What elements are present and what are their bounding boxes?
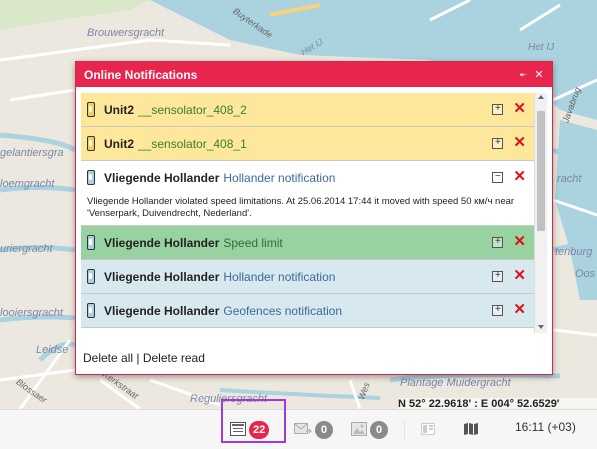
map-label-oos: Oos	[575, 268, 596, 280]
map-label-elantiersgracht: gelantiersgra	[0, 147, 64, 159]
unit-icon	[87, 136, 95, 151]
notification-unit-name: Vliegende Hollander	[104, 303, 220, 318]
notification-item-expanded[interactable]: Vliegende Hollander Hollander notificati…	[81, 161, 534, 226]
delete-notification-icon[interactable]: ✕	[513, 135, 526, 150]
notification-text: Vliegende Hollander violated speed limit…	[87, 196, 515, 219]
map-label-looiersgracht: looiersgracht	[0, 307, 63, 319]
notifications-title: Online Notifications	[84, 67, 198, 82]
notification-name: __sensolator_408_2	[138, 102, 247, 117]
expand-icon[interactable]: +	[492, 270, 504, 282]
notifications-scrollbar[interactable]	[534, 93, 547, 333]
notification-name: __sensolator_408_1	[138, 136, 247, 151]
panel-icon	[421, 422, 435, 438]
footer-separator: |	[133, 351, 143, 365]
map-label-riergracht: uriergracht	[0, 243, 53, 255]
images-count-badge: 0	[370, 421, 388, 439]
notification-unit-name: Unit2	[104, 136, 134, 151]
notification-item[interactable]: Unit2 __sensolator_408_2 + ✕	[81, 93, 534, 127]
unit-icon	[87, 303, 95, 318]
close-icon[interactable]: ✕	[532, 68, 546, 81]
cursor-coordinates: N 52° 22.9618' : E 004° 52.6529'	[398, 398, 597, 409]
map-label-tenburg: tenburg	[555, 246, 593, 258]
notifications-header[interactable]: Online Notifications ⯬ ✕	[76, 62, 552, 87]
notification-name: Speed limit	[223, 235, 283, 250]
map-icon	[464, 422, 478, 438]
collapse-icon[interactable]: ⯬	[516, 69, 530, 80]
unit-icon	[87, 235, 95, 250]
notification-name: Geofences notification	[223, 303, 343, 318]
delete-all-link[interactable]: Delete all	[83, 351, 133, 365]
expand-icon[interactable]: +	[492, 137, 504, 149]
delete-notification-icon[interactable]: ✕	[513, 101, 526, 116]
scroll-up-arrow-icon[interactable]	[538, 95, 544, 99]
notification-item[interactable]: Unit2 __sensolator_408_1 + ✕	[81, 127, 534, 161]
status-bar: 22 0 0	[0, 409, 597, 449]
notification-item[interactable]: Vliegende Hollander Geofences notificati…	[81, 294, 534, 328]
notification-item[interactable]: Vliegende Hollander Speed limit + ✕	[81, 226, 534, 260]
delete-notification-icon[interactable]: ✕	[513, 234, 526, 249]
images-button[interactable]: 0	[351, 420, 388, 440]
notification-name: Hollander notification	[223, 269, 336, 284]
delete-notification-icon[interactable]: ✕	[513, 268, 526, 283]
panel-toggle-button[interactable]	[421, 420, 435, 440]
notification-unit-name: Unit2	[104, 102, 134, 117]
delete-notification-icon[interactable]: ✕	[513, 302, 526, 317]
messages-count-badge: 0	[315, 421, 333, 439]
images-icon	[351, 421, 367, 439]
notification-unit-name: Vliegende Hollander	[104, 170, 220, 185]
notification-unit-name: Vliegende Hollander	[104, 235, 220, 250]
unit-icon	[87, 102, 95, 117]
map-label-brouwersgracht: Brouwersgracht	[87, 27, 165, 39]
messages-icon	[294, 422, 312, 439]
delete-notification-icon[interactable]: ✕	[513, 169, 526, 184]
scrollbar-thumb[interactable]	[537, 111, 545, 231]
notification-item[interactable]: Vliegende Hollander Hollander notificati…	[81, 260, 534, 294]
collapse-item-icon[interactable]: −	[492, 171, 504, 183]
delete-read-link[interactable]: Delete read	[143, 351, 205, 365]
map-label-leidse: Leidse	[36, 344, 69, 356]
expand-icon[interactable]: +	[492, 304, 504, 316]
scroll-down-arrow-icon[interactable]	[538, 325, 544, 329]
map-toggle-button[interactable]	[464, 420, 478, 440]
map-label-plantage: Plantage Muidergracht	[400, 377, 511, 389]
notification-unit-name: Vliegende Hollander	[104, 269, 220, 284]
clock: 16:11 (+03)	[515, 420, 576, 434]
map-label-loemgracht: loemgracht	[0, 178, 55, 190]
expand-icon[interactable]: +	[492, 236, 504, 248]
unit-icon	[87, 170, 95, 185]
map-label-het-ij-2: Het IJ	[528, 42, 555, 53]
notifications-footer: Delete all | Delete read	[83, 351, 205, 365]
statusbar-divider	[404, 420, 405, 440]
notification-name: Hollander notification	[223, 170, 336, 185]
map-label-racht: racht	[557, 173, 582, 185]
notifications-list[interactable]: Unit2 __sensolator_408_2 + ✕ Unit2 __sen…	[81, 93, 534, 333]
expand-icon[interactable]: +	[492, 103, 504, 115]
messages-button[interactable]: 0	[294, 420, 333, 440]
notifications-highlight-box	[221, 399, 286, 443]
online-notifications-window[interactable]: Online Notifications ⯬ ✕ Unit2 __sensola…	[75, 61, 553, 375]
unit-icon	[87, 269, 95, 284]
